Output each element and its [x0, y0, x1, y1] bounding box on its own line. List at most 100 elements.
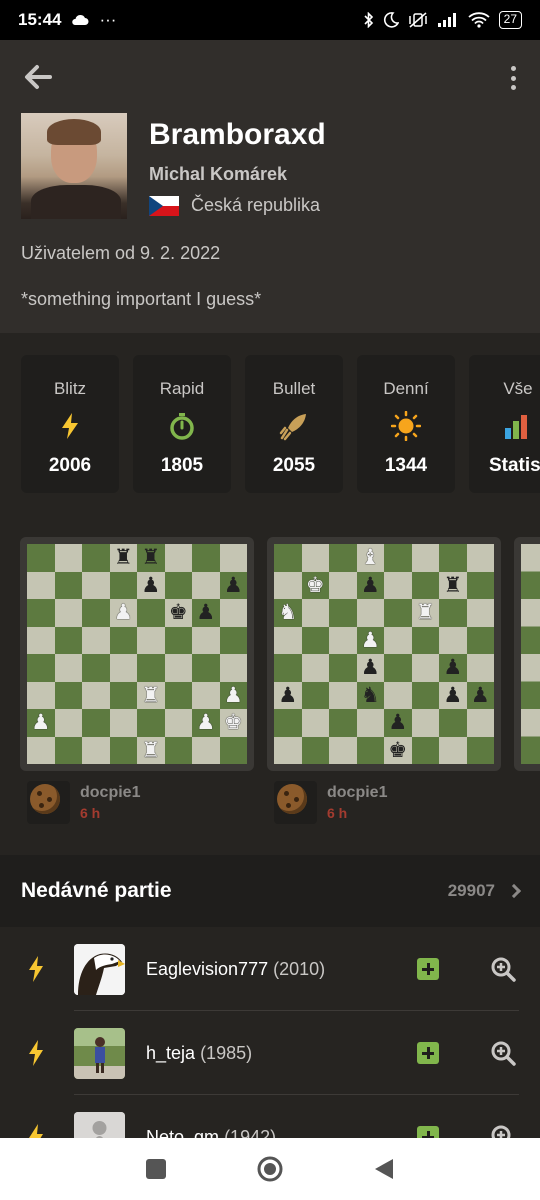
rating-card-blitz[interactable]: Blitz 2006 — [21, 355, 119, 493]
overflow-menu-icon[interactable] — [506, 64, 520, 92]
board-square[interactable] — [356, 709, 384, 737]
board-square[interactable] — [274, 544, 302, 572]
board-square[interactable] — [219, 626, 247, 654]
board-square[interactable]: ♞ — [356, 681, 384, 709]
board-square[interactable]: ♜ — [411, 599, 439, 627]
board-square[interactable] — [82, 599, 110, 627]
board-square[interactable] — [109, 654, 137, 682]
board-square[interactable] — [164, 544, 192, 572]
board-square[interactable]: ♜ — [109, 544, 137, 572]
board-square[interactable]: ♟ — [356, 571, 384, 599]
board-square[interactable] — [192, 654, 220, 682]
board-square[interactable] — [82, 736, 110, 764]
board-square[interactable] — [192, 736, 220, 764]
board-square[interactable] — [54, 544, 82, 572]
board-square[interactable] — [82, 709, 110, 737]
magnifier-icon[interactable] — [490, 956, 516, 982]
board-square[interactable] — [54, 654, 82, 682]
board-square[interactable] — [274, 654, 302, 682]
board-square[interactable] — [27, 571, 55, 599]
board-square[interactable]: ♚ — [164, 599, 192, 627]
add-friend-button[interactable] — [417, 958, 439, 980]
board-square[interactable] — [439, 736, 467, 764]
board-square[interactable] — [329, 626, 357, 654]
board-square[interactable] — [54, 599, 82, 627]
board-square[interactable] — [137, 599, 165, 627]
board-square[interactable] — [109, 571, 137, 599]
board-square[interactable] — [411, 681, 439, 709]
recent-games-header[interactable]: Nedávné partie 29907 — [0, 855, 540, 927]
board-square[interactable] — [219, 736, 247, 764]
board-square[interactable] — [356, 736, 384, 764]
board-square[interactable]: ♟ — [219, 681, 247, 709]
rating-card-bullet[interactable]: Bullet 2055 — [245, 355, 343, 493]
board-square[interactable]: ♟ — [192, 709, 220, 737]
add-friend-button[interactable] — [417, 1042, 439, 1064]
board-square[interactable] — [164, 571, 192, 599]
board-square[interactable] — [329, 681, 357, 709]
board-square[interactable]: ♟ — [356, 626, 384, 654]
board-square[interactable] — [329, 709, 357, 737]
board-square[interactable] — [27, 654, 55, 682]
board-square[interactable] — [466, 736, 494, 764]
board-square[interactable] — [384, 599, 412, 627]
magnifier-icon[interactable] — [490, 1124, 516, 1138]
ongoing-games-carousel[interactable]: ♜ ♜ ♟ ♟ ♟ ♚ ♟ ♜ ♟ ♟ ♟ ♚ ♜ docpie1 6 h ♝ ♚ ♟ ♜ ♞ ♜ ♟ ♟ ♟ ♟ ♞ ♟ ♟ ♟… — [0, 537, 540, 837]
list-item[interactable]: Eaglevision777 (2010) — [0, 927, 540, 1011]
list-item[interactable]: h_teja (1985) — [0, 1011, 540, 1095]
board-square[interactable]: ♚ — [301, 571, 329, 599]
board-square[interactable] — [82, 626, 110, 654]
board-square[interactable] — [27, 681, 55, 709]
board-square[interactable] — [164, 681, 192, 709]
board-square[interactable] — [219, 599, 247, 627]
board-square[interactable]: ♚ — [384, 736, 412, 764]
board-square[interactable] — [356, 599, 384, 627]
back-arrow-icon[interactable] — [22, 62, 54, 92]
rating-card-all[interactable]: Vše Statist — [469, 355, 540, 493]
board-square[interactable] — [219, 654, 247, 682]
list-item[interactable]: Neto_gm (1942) — [0, 1095, 540, 1138]
board-square[interactable]: ♟ — [109, 599, 137, 627]
board-square[interactable] — [329, 654, 357, 682]
board-square[interactable] — [301, 709, 329, 737]
board-square[interactable] — [164, 736, 192, 764]
board-square[interactable]: ♟ — [192, 599, 220, 627]
board-square[interactable] — [109, 681, 137, 709]
rating-card-rapid[interactable]: Rapid 1805 — [133, 355, 231, 493]
board-square[interactable] — [301, 626, 329, 654]
board-square[interactable] — [274, 736, 302, 764]
board-square[interactable]: ♜ — [137, 681, 165, 709]
board-square[interactable] — [301, 681, 329, 709]
board-square[interactable] — [27, 736, 55, 764]
board-square[interactable]: ♟ — [439, 654, 467, 682]
back-triangle-icon[interactable] — [373, 1157, 395, 1181]
board-square[interactable] — [82, 571, 110, 599]
board-square[interactable] — [329, 599, 357, 627]
board-square[interactable] — [137, 654, 165, 682]
board-square[interactable] — [192, 544, 220, 572]
board-square[interactable]: ♝ — [356, 544, 384, 572]
board-square[interactable] — [164, 654, 192, 682]
game-card[interactable]: ♝ ♚ ♟ ♜ ♞ ♜ ♟ ♟ ♟ ♟ ♞ ♟ ♟ ♟ ♚ docpie1 6 h — [267, 537, 501, 824]
board-square[interactable] — [411, 709, 439, 737]
board-square[interactable] — [109, 709, 137, 737]
game-card[interactable]: ♜ ♜ ♟ ♟ ♟ ♚ ♟ ♜ ♟ ♟ ♟ ♚ ♜ docpie1 6 h — [20, 537, 254, 824]
board-square[interactable]: ♚ — [219, 709, 247, 737]
board-square[interactable]: ♞ — [274, 599, 302, 627]
board-square[interactable] — [301, 599, 329, 627]
board-square[interactable] — [411, 736, 439, 764]
ratings-carousel[interactable]: Blitz 2006 Rapid 1805 Bullet 2055 Denní … — [21, 355, 540, 495]
board-square[interactable] — [54, 681, 82, 709]
board-square[interactable] — [384, 571, 412, 599]
board-square[interactable] — [109, 626, 137, 654]
board-square[interactable]: ♜ — [137, 544, 165, 572]
board-square[interactable] — [54, 736, 82, 764]
board-square[interactable] — [82, 654, 110, 682]
board-square[interactable] — [54, 709, 82, 737]
board-square[interactable] — [329, 571, 357, 599]
recent-apps-square-icon[interactable] — [145, 1158, 167, 1180]
board-square[interactable] — [164, 626, 192, 654]
board-square[interactable] — [54, 626, 82, 654]
board-square[interactable] — [439, 626, 467, 654]
board-square[interactable]: ♟ — [384, 709, 412, 737]
